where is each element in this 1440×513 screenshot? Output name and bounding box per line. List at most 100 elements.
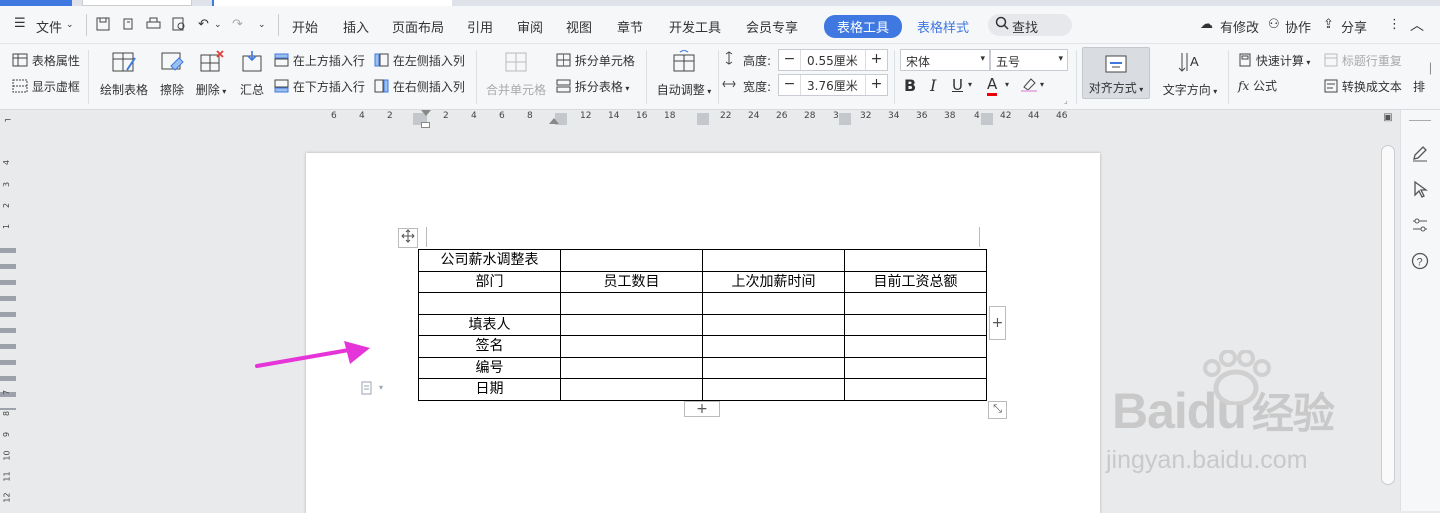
vertical-scrollbar[interactable]	[1381, 145, 1395, 485]
more-icon[interactable]: ⋮	[1388, 17, 1401, 32]
hamburger-icon[interactable]: ☰	[14, 16, 26, 31]
redo-icon[interactable]: ↷	[232, 17, 243, 32]
tab-home[interactable]: 开始	[292, 17, 318, 36]
chevron-down-icon[interactable]: ⌄	[214, 20, 222, 30]
table-cell[interactable]	[560, 335, 703, 358]
table-cell[interactable]: 员工数目	[560, 270, 703, 293]
undo-icon[interactable]: ↶	[198, 17, 209, 32]
horizontal-ruler[interactable]: ⌐ 6 4 2 2 4 6 8 12 14 16 18 22 24 26 28 …	[0, 110, 1440, 128]
text-direction-button[interactable]: A 文字方向 ▾	[1158, 50, 1222, 98]
arrange-label[interactable]: 排	[1413, 78, 1425, 95]
table-cell[interactable]	[844, 249, 987, 272]
save-icon[interactable]	[96, 17, 110, 35]
table-properties-button[interactable]: 表格属性	[12, 52, 80, 70]
height-minus-button[interactable]: −	[779, 50, 801, 70]
chevron-down-icon[interactable]: ▾	[379, 383, 383, 392]
height-value[interactable]: 0.55厘米	[807, 52, 858, 69]
table-cell[interactable]	[844, 356, 987, 379]
insert-row-above-button[interactable]: 在上方插入行	[274, 52, 365, 70]
auto-fit-button[interactable]: 自动调整 ▾	[654, 49, 714, 98]
table-move-handle[interactable]	[398, 228, 418, 248]
summary-button[interactable]: 汇总	[236, 50, 268, 98]
tab-table-style[interactable]: 表格样式	[917, 17, 969, 36]
chevron-down-icon[interactable]: ▾	[968, 80, 972, 89]
tab-insert[interactable]: 插入	[343, 17, 369, 36]
scroll-top-icon[interactable]: ▣	[1381, 112, 1395, 126]
height-stepper[interactable]: − 0.55厘米 +	[778, 49, 888, 71]
table-resize-handle[interactable]: ⤡	[988, 401, 1007, 419]
width-value[interactable]: 3.76厘米	[807, 77, 858, 94]
highlight-icon[interactable]	[1020, 76, 1038, 95]
tab-table-tools[interactable]: 表格工具	[824, 15, 903, 38]
ribbon-scroll-handle[interactable]: ▏	[1430, 64, 1438, 75]
width-plus-button[interactable]: +	[865, 75, 887, 95]
tab-developer[interactable]: 开发工具	[669, 17, 721, 36]
table-cell[interactable]	[702, 292, 845, 315]
height-plus-button[interactable]: +	[865, 50, 887, 70]
ruler-column-marker[interactable]	[839, 113, 851, 125]
right-indent-marker[interactable]	[549, 118, 559, 124]
help-icon[interactable]: ?	[1411, 252, 1429, 273]
repeat-header-button[interactable]: 标题行重复	[1324, 52, 1402, 70]
table-cell[interactable]	[844, 292, 987, 315]
table-cell[interactable]	[844, 335, 987, 358]
table-cell[interactable]	[560, 378, 703, 401]
table-cell[interactable]: 部门	[418, 270, 561, 293]
first-indent-marker[interactable]	[421, 110, 431, 116]
add-column-button[interactable]: +	[989, 306, 1006, 340]
paragraph-layout-icon[interactable]	[360, 381, 374, 399]
output-icon[interactable]	[121, 17, 135, 35]
table-cell[interactable]	[702, 249, 845, 272]
table-cell[interactable]: 公司薪水调整表	[418, 249, 561, 272]
print-icon[interactable]	[146, 17, 161, 35]
table-cell[interactable]: 上次加薪时间	[702, 270, 845, 293]
insert-col-left-button[interactable]: 在左侧插入列	[374, 52, 465, 70]
print-preview-icon[interactable]	[172, 17, 186, 35]
tab-references[interactable]: 引用	[467, 17, 493, 36]
show-gridlines-button[interactable]: 显示虚框	[12, 78, 80, 96]
table-cell[interactable]: 日期	[418, 378, 561, 401]
split-cells-button[interactable]: 拆分单元格	[556, 52, 635, 70]
table-cell[interactable]	[702, 356, 845, 379]
select-cursor-icon[interactable]	[1411, 180, 1429, 201]
tab-member[interactable]: 会员专享	[746, 17, 798, 36]
tab-view[interactable]: 视图	[566, 17, 592, 36]
tab-review[interactable]: 审阅	[517, 17, 543, 36]
search-box[interactable]: 查找	[988, 14, 1072, 36]
table-cell[interactable]	[702, 335, 845, 358]
chevron-down-icon[interactable]: ▾	[1040, 80, 1044, 89]
table-cell[interactable]	[560, 356, 703, 379]
ruler-column-marker[interactable]	[981, 113, 993, 125]
draw-table-button[interactable]: 绘制表格	[98, 50, 150, 98]
table-cell[interactable]	[702, 313, 845, 336]
align-button[interactable]: 对齐方式 ▾	[1082, 47, 1150, 99]
changes-label[interactable]: 有修改	[1220, 17, 1259, 36]
ruler-column-marker[interactable]	[697, 113, 709, 125]
erase-button[interactable]: 擦除	[156, 50, 188, 98]
split-table-button[interactable]: 拆分表格 ▾	[556, 78, 629, 96]
table-cell[interactable]: 填表人	[418, 313, 561, 336]
underline-icon[interactable]: U	[952, 76, 963, 94]
table-cell[interactable]: 签名	[418, 335, 561, 358]
collapse-ribbon-icon[interactable]: ︿	[1410, 15, 1424, 35]
delete-button[interactable]: 删除 ▾	[192, 50, 230, 98]
table-cell[interactable]: 目前工资总额	[844, 270, 987, 293]
table-cell[interactable]	[560, 292, 703, 315]
share-button[interactable]: 分享	[1341, 17, 1367, 36]
table-cell[interactable]	[560, 313, 703, 336]
font-color-icon[interactable]: A	[987, 75, 998, 96]
convert-to-text-button[interactable]: 转换成文本	[1324, 78, 1402, 96]
tab-page-layout[interactable]: 页面布局	[392, 17, 444, 36]
font-size-select[interactable]: 五号 ▾	[990, 49, 1068, 71]
edit-pen-icon[interactable]	[1411, 144, 1429, 165]
chevron-down-icon[interactable]: ▾	[1005, 80, 1009, 89]
italic-icon[interactable]: I	[930, 76, 936, 95]
customize-toolbar-icon[interactable]: ⌄	[258, 20, 266, 30]
left-indent-marker[interactable]	[421, 122, 430, 128]
table-cell[interactable]	[560, 249, 703, 272]
add-row-button[interactable]: +	[684, 401, 720, 417]
table-cell[interactable]	[844, 313, 987, 336]
tab-chapter[interactable]: 章节	[617, 17, 643, 36]
insert-col-right-button[interactable]: 在右侧插入列	[374, 78, 465, 96]
settings-sliders-icon[interactable]	[1411, 216, 1429, 237]
